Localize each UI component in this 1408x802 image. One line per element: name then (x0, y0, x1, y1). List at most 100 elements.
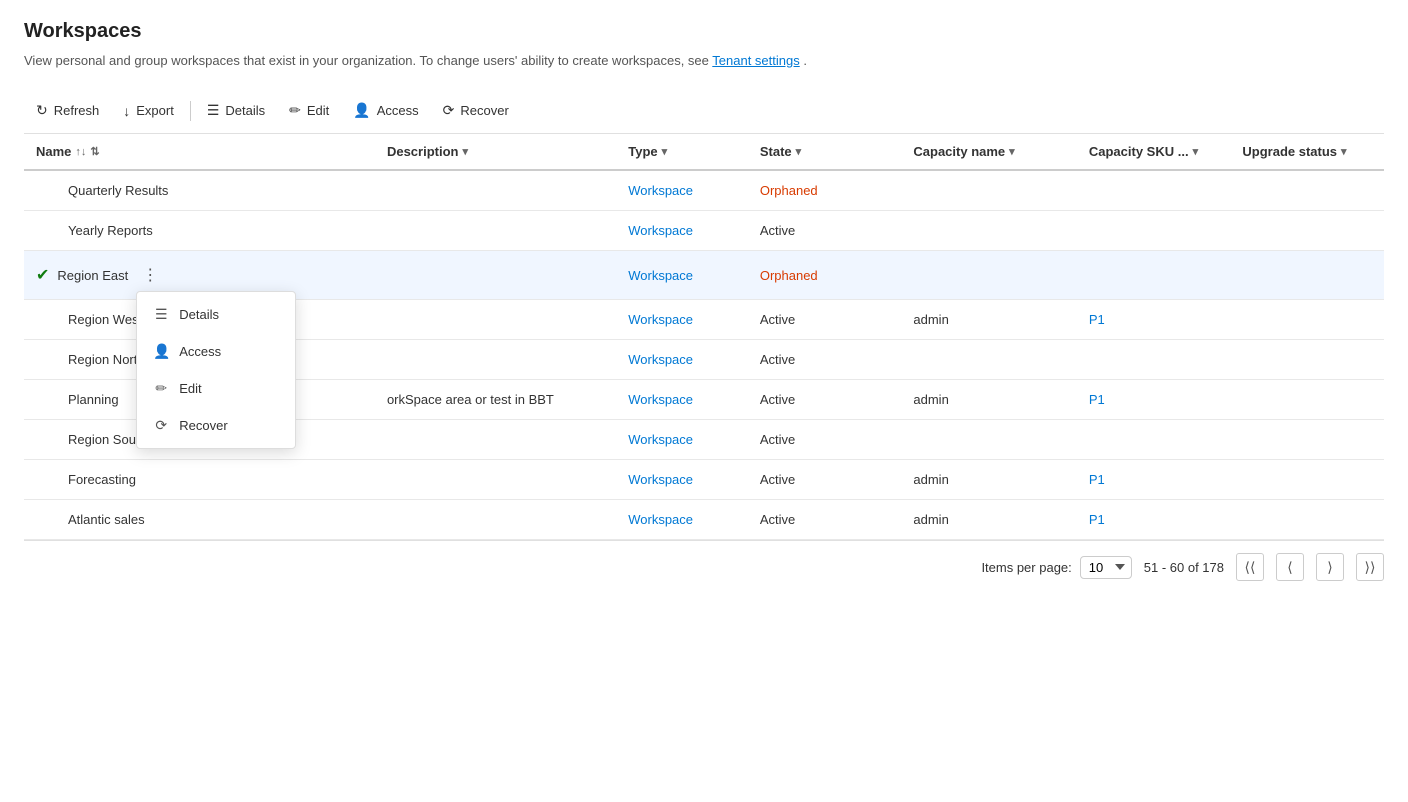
details-menu-icon: ☰ (153, 306, 169, 323)
items-per-page-label: Items per page: (981, 560, 1071, 575)
cell-state: Active (748, 420, 902, 460)
cell-upgrade-status (1230, 251, 1384, 300)
state-value: Active (760, 472, 795, 487)
recover-icon: ⟳ (443, 102, 455, 119)
col-header-name[interactable]: Name ↑↓ ⇅ (24, 134, 375, 170)
type-value: Workspace (628, 268, 693, 283)
cell-name: Yearly Reports (24, 211, 375, 251)
cell-type: Workspace (616, 500, 748, 540)
cell-capacity-sku: P1 (1077, 380, 1231, 420)
cell-description (375, 340, 616, 380)
workspaces-table: Name ↑↓ ⇅ Description ▾ Type (24, 134, 1384, 540)
more-actions-button[interactable]: ⋮ (136, 263, 164, 287)
cell-capacity-sku (1077, 170, 1231, 211)
cell-upgrade-status (1230, 500, 1384, 540)
refresh-button[interactable]: ↻ Refresh (24, 96, 111, 125)
state-value: Active (760, 512, 795, 527)
state-value: Active (760, 392, 795, 407)
cell-type: Workspace (616, 420, 748, 460)
cell-capacity-sku (1077, 420, 1231, 460)
cell-capacity-sku (1077, 340, 1231, 380)
selected-icon: ✔ (36, 265, 49, 285)
items-per-page: Items per page: 10 25 50 100 (981, 556, 1131, 579)
workspace-name: Planning (68, 392, 119, 407)
first-page-button[interactable]: ⟨⟨ (1236, 553, 1264, 581)
capacity-sku-value: P1 (1089, 312, 1105, 327)
cell-state: Active (748, 380, 902, 420)
cell-capacity-sku: P1 (1077, 460, 1231, 500)
state-value: Active (760, 223, 795, 238)
cell-type: Workspace (616, 340, 748, 380)
col-header-description[interactable]: Description ▾ (375, 134, 616, 170)
cell-capacity-sku: P1 (1077, 500, 1231, 540)
page-subtitle: View personal and group workspaces that … (24, 53, 1384, 68)
capacity-sku-value: P1 (1089, 472, 1105, 487)
workspace-name: Region South (68, 432, 147, 447)
pagination-bar: Items per page: 10 25 50 100 51 - 60 of … (24, 540, 1384, 593)
col-header-capacity-sku[interactable]: Capacity SKU ... ▾ (1077, 134, 1231, 170)
cell-type: Workspace (616, 170, 748, 211)
prev-page-button[interactable]: ⟨ (1276, 553, 1304, 581)
col-header-type[interactable]: Type ▾ (616, 134, 748, 170)
toolbar: ↻ Refresh ↓ Export ☰ Details ✏ Edit 👤 Ac… (24, 88, 1384, 134)
capacity-sku-value: P1 (1089, 512, 1105, 527)
cell-type: Workspace (616, 300, 748, 340)
cell-state: Active (748, 460, 902, 500)
cell-upgrade-status (1230, 170, 1384, 211)
type-value: Workspace (628, 432, 693, 447)
export-button[interactable]: ↓ Export (111, 97, 186, 125)
context-edit[interactable]: ✏ Edit (137, 370, 295, 407)
cell-description (375, 420, 616, 460)
type-value: Workspace (628, 392, 693, 407)
next-page-button[interactable]: ⟩ (1316, 553, 1344, 581)
recover-menu-label: Recover (179, 418, 227, 433)
cell-state: Orphaned (748, 170, 902, 211)
per-page-select[interactable]: 10 25 50 100 (1080, 556, 1132, 579)
col-header-state[interactable]: State ▾ (748, 134, 902, 170)
table-row[interactable]: ForecastingWorkspaceActiveadminP1 (24, 460, 1384, 500)
details-icon: ☰ (207, 102, 220, 119)
context-details[interactable]: ☰ Details (137, 296, 295, 333)
cell-description: orkSpace area or test in BBT (375, 380, 616, 420)
table-row[interactable]: ✔Region East ⋮ ☰ Details 👤 Access ✏ Edit (24, 251, 1384, 300)
type-value: Workspace (628, 223, 693, 238)
edit-button[interactable]: ✏ Edit (277, 96, 341, 125)
cell-name: ✔Region East ⋮ ☰ Details 👤 Access ✏ Edit (24, 251, 375, 300)
col-header-upgrade-status[interactable]: Upgrade status ▾ (1230, 134, 1384, 170)
context-access[interactable]: 👤 Access (137, 333, 295, 370)
details-button[interactable]: ☰ Details (195, 96, 277, 125)
cell-capacity-name (901, 251, 1076, 300)
refresh-icon: ↻ (36, 102, 48, 119)
last-page-button[interactable]: ⟩⟩ (1356, 553, 1384, 581)
cell-name: Quarterly Results (24, 170, 375, 211)
cell-upgrade-status (1230, 460, 1384, 500)
type-value: Workspace (628, 352, 693, 367)
cell-upgrade-status (1230, 340, 1384, 380)
page-container: Workspaces View personal and group works… (0, 0, 1408, 613)
cell-capacity-name (901, 340, 1076, 380)
capacity-sku-value: P1 (1089, 392, 1105, 407)
cell-capacity-name: admin (901, 460, 1076, 500)
cell-description (375, 251, 616, 300)
cell-upgrade-status (1230, 420, 1384, 460)
cell-description (375, 300, 616, 340)
filter-icon-state: ▾ (796, 145, 802, 158)
context-recover[interactable]: ⟳ Recover (137, 407, 295, 444)
cell-type: Workspace (616, 211, 748, 251)
col-header-capacity-name[interactable]: Capacity name ▾ (901, 134, 1076, 170)
filter-icon-cap-name: ▾ (1009, 145, 1015, 158)
workspace-name: Quarterly Results (68, 183, 168, 198)
tenant-settings-link[interactable]: Tenant settings (712, 53, 799, 68)
cell-capacity-name: admin (901, 380, 1076, 420)
recover-button[interactable]: ⟳ Recover (431, 96, 521, 125)
table-header-row: Name ↑↓ ⇅ Description ▾ Type (24, 134, 1384, 170)
access-button[interactable]: 👤 Access (341, 96, 430, 125)
table-row[interactable]: Atlantic salesWorkspaceActiveadminP1 (24, 500, 1384, 540)
cell-description (375, 211, 616, 251)
workspace-name: Forecasting (68, 472, 136, 487)
filter-icon-type: ▾ (662, 145, 668, 158)
cell-type: Workspace (616, 380, 748, 420)
cell-capacity-name: admin (901, 500, 1076, 540)
table-row[interactable]: Yearly Reports Workspace Active (24, 211, 1384, 251)
table-row[interactable]: Quarterly Results WorkspaceOrphaned (24, 170, 1384, 211)
